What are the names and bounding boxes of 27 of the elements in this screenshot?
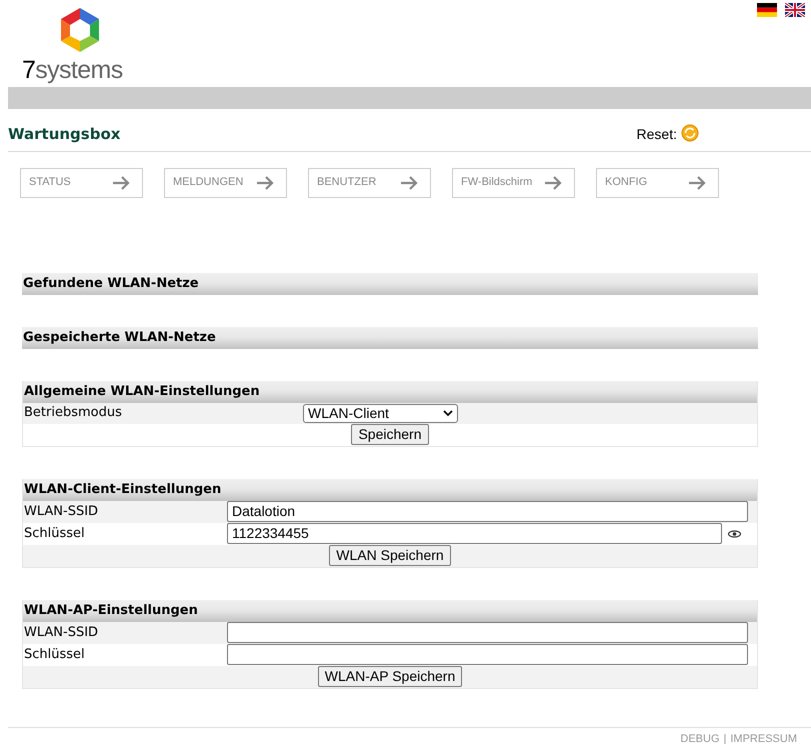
nav-button[interactable]: BENUTZER <box>308 168 431 198</box>
nav-button[interactable]: MELDUNGEN <box>164 168 287 198</box>
nav-button[interactable]: FW-Bildschirm <box>452 168 575 198</box>
field-label: Betriebsmodus <box>23 404 123 422</box>
page-title: Wartungsbox <box>8 124 120 145</box>
mode-select[interactable]: WLAN-Client <box>303 404 458 422</box>
footer-link[interactable]: DEBUG <box>680 731 720 744</box>
nav-button[interactable]: KONFIG <box>596 168 719 198</box>
logo-text: 7systems <box>22 58 123 83</box>
reset-label: Reset: <box>636 125 677 144</box>
section-header: WLAN-Client-Einstellungen <box>23 478 757 500</box>
key-input-field[interactable]: 1122334455 <box>227 523 722 544</box>
section-header: Gespeicherte WLAN-Netze <box>22 326 758 348</box>
field-label: Schlüssel <box>23 524 86 543</box>
nav-button[interactable]: STATUS <box>20 168 143 198</box>
footer-link[interactable]: IMPRESSUM <box>730 731 797 744</box>
field-label: WLAN-SSID <box>23 502 100 521</box>
section-header: Allgemeine WLAN-Einstellungen <box>23 380 757 402</box>
separator: | <box>724 732 726 744</box>
section-header: Gefundene WLAN-Netze <box>22 272 758 294</box>
text-input-field[interactable]: Datalotion <box>227 501 748 522</box>
field-label: WLAN-SSID <box>23 624 100 642</box>
save-button[interactable]: WLAN-AP Speichern <box>318 666 462 686</box>
section-header: WLAN-AP-Einstellungen <box>23 600 757 622</box>
save-button[interactable]: WLAN Speichern <box>329 544 451 566</box>
save-button[interactable]: Speichern <box>351 424 429 444</box>
field-label: Schlüssel <box>23 646 86 664</box>
